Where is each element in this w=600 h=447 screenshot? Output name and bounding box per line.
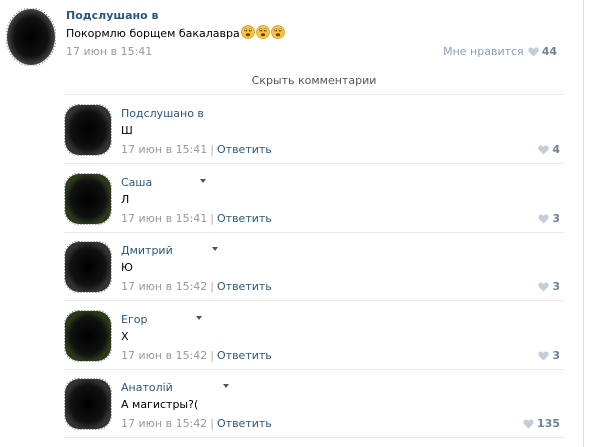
reply-link[interactable]: Ответить	[217, 212, 272, 225]
comment-author[interactable]: Саша	[121, 176, 152, 189]
divider	[64, 300, 564, 301]
heart-icon	[538, 282, 550, 291]
comment-item: Дмитрий Ю 17 июн в 15:42 | Ответить 3	[64, 233, 564, 301]
comment-like-button[interactable]: 4	[538, 143, 560, 156]
reply-link[interactable]: Ответить	[217, 417, 272, 430]
like-count: 135	[537, 417, 560, 430]
right-border	[583, 0, 584, 447]
reply-link[interactable]: Ответить	[217, 349, 272, 362]
comment-meta: 17 июн в 15:42 | Ответить	[121, 417, 272, 430]
comment-date[interactable]: 17 июн в 15:42	[121, 417, 207, 430]
emoji-row	[240, 25, 285, 42]
comment-meta: 17 июн в 15:41 | Ответить	[121, 143, 272, 156]
comment-date[interactable]: 17 июн в 15:42	[121, 280, 207, 293]
chevron-down-icon[interactable]	[223, 384, 229, 388]
divider	[64, 94, 564, 95]
chevron-down-icon[interactable]	[196, 316, 202, 320]
reply-link[interactable]: Ответить	[217, 280, 272, 293]
chevron-down-icon[interactable]	[212, 247, 218, 251]
avatar[interactable]	[64, 378, 112, 430]
hide-comments-link[interactable]: Скрыть комментарии	[64, 74, 564, 87]
comment-item: Егор Х 17 июн в 15:42 | Ответить 3	[64, 302, 564, 370]
smiley-emoji	[255, 25, 270, 39]
comment-date[interactable]: 17 июн в 15:41	[121, 143, 207, 156]
comment-meta: 17 июн в 15:42 | Ответить	[121, 349, 272, 362]
avatar[interactable]	[64, 310, 112, 362]
separator: |	[210, 212, 214, 225]
comment-date[interactable]: 17 июн в 15:41	[121, 212, 207, 225]
chevron-down-icon[interactable]	[200, 179, 206, 183]
separator: |	[210, 417, 214, 430]
comment-author[interactable]: Подслушано в	[121, 107, 204, 120]
avatar[interactable]	[64, 241, 112, 293]
comment-like-button[interactable]: 3	[538, 349, 560, 362]
comment-meta: 17 июн в 15:41 | Ответить	[121, 212, 272, 225]
divider	[64, 163, 564, 164]
wall-post: Подслушано в Покормлю борщем бакалавра 1…	[0, 0, 583, 70]
comment-date[interactable]: 17 июн в 15:42	[121, 349, 207, 362]
comment-text: А магистры?(	[121, 398, 199, 411]
comment-text: Ю	[121, 261, 133, 274]
comment-like-button[interactable]: 3	[538, 212, 560, 225]
avatar[interactable]	[64, 104, 112, 156]
comment-like-button[interactable]: 3	[538, 280, 560, 293]
post-like-button[interactable]: Мне нравится 44	[443, 45, 557, 58]
comment-text: Л	[121, 193, 130, 206]
post-date[interactable]: 17 июн в 15:41	[66, 45, 152, 58]
heart-icon	[523, 419, 534, 428]
comment-author[interactable]: Анатолій	[121, 381, 173, 394]
comment-like-button[interactable]: 135	[523, 417, 560, 430]
comment-item: Подслушано в Ш 17 июн в 15:41 | Ответить 4	[64, 96, 564, 164]
likes-label: Мне нравится	[443, 45, 524, 58]
avatar[interactable]	[5, 7, 57, 67]
post-text: Покормлю борщем бакалавра	[66, 25, 285, 42]
like-count: 44	[541, 45, 557, 58]
comment-author[interactable]: Егор	[121, 313, 147, 326]
like-count: 4	[552, 143, 560, 156]
heart-icon	[538, 351, 550, 360]
avatar[interactable]	[64, 173, 112, 225]
post-text-content: Покормлю борщем бакалавра	[66, 27, 240, 40]
like-count: 3	[552, 212, 560, 225]
comment-author[interactable]: Дмитрий	[121, 244, 173, 257]
divider	[64, 437, 564, 438]
like-count: 3	[552, 280, 560, 293]
smiley-emoji	[240, 25, 255, 39]
heart-icon	[538, 214, 550, 223]
comment-meta: 17 июн в 15:42 | Ответить	[121, 280, 272, 293]
separator: |	[210, 349, 214, 362]
heart-icon	[528, 47, 539, 56]
post-author[interactable]: Подслушано в	[66, 9, 158, 22]
reply-link[interactable]: Ответить	[217, 143, 272, 156]
like-count: 3	[552, 349, 560, 362]
smiley-emoji	[270, 25, 285, 39]
comment-item: Анатолій А магистры?( 17 июн в 15:42 | Ответ…	[64, 370, 564, 438]
separator: |	[210, 280, 214, 293]
comment-text: Ш	[121, 124, 133, 137]
separator: |	[210, 143, 214, 156]
heart-icon	[538, 145, 550, 154]
comment-item: Саша Л 17 июн в 15:41 | Ответить 3	[64, 165, 564, 233]
comment-text: Х	[121, 330, 129, 343]
